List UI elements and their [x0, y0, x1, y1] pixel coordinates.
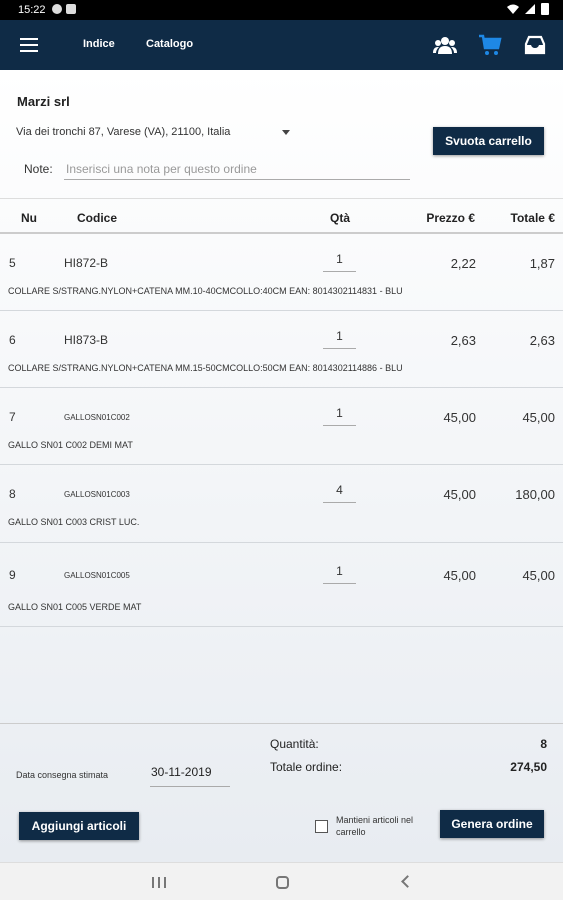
header-prezzo: Prezzo €: [426, 211, 475, 225]
add-items-button[interactable]: Aggiungi articoli: [19, 812, 139, 840]
row-code: GALLOSN01C002: [64, 413, 130, 422]
empty-cart-button[interactable]: Svuota carrello: [433, 127, 544, 155]
row-description: COLLARE S/STRANG.NYLON+CATENA MM.10-40CM…: [8, 286, 403, 296]
table-row[interactable]: 5 HI872-B 1 2,22 1,87 COLLARE S/STRANG.N…: [0, 234, 563, 311]
battery-icon: [541, 3, 549, 15]
header-codice: Codice: [77, 211, 118, 225]
row-description: COLLARE S/STRANG.NYLON+CATENA MM.15-50CM…: [8, 363, 403, 373]
address-value: Via dei tronchi 87, Varese (VA), 21100, …: [16, 126, 231, 138]
delivery-date-input[interactable]: 30-11-2019: [150, 765, 230, 787]
cart-items-list: 5 HI872-B 1 2,22 1,87 COLLARE S/STRANG.N…: [0, 234, 563, 627]
row-code: HI872-B: [64, 256, 109, 270]
table-row[interactable]: 7 GALLOSN01C002 1 45,00 45,00 GALLO SN01…: [0, 388, 563, 465]
customer-name: Marzi srl: [17, 94, 70, 109]
row-number: 7: [9, 410, 16, 424]
row-code: GALLOSN01C005: [64, 571, 130, 580]
app-notification-icon: [66, 4, 76, 14]
quantity-label: Quantità:: [270, 737, 319, 751]
home-icon[interactable]: [276, 876, 289, 889]
row-price: 2,22: [450, 256, 476, 271]
keep-items-checkbox[interactable]: [315, 820, 328, 833]
row-total: 1,87: [529, 256, 555, 271]
row-code: GALLOSN01C003: [64, 490, 130, 499]
recents-icon[interactable]: [152, 877, 166, 888]
row-number: 6: [9, 333, 16, 347]
quantity-input[interactable]: 4: [323, 483, 356, 503]
nav-indice-link[interactable]: Indice: [83, 38, 115, 50]
dropdown-caret-icon: [282, 130, 290, 135]
cart-icon[interactable]: [478, 33, 502, 57]
row-number: 5: [9, 256, 16, 270]
row-code: HI873-B: [64, 333, 109, 347]
row-description: GALLO SN01 C002 DEMI MAT: [8, 440, 133, 450]
notification-icons: [52, 4, 76, 14]
inbox-icon[interactable]: [523, 33, 547, 57]
back-icon[interactable]: [401, 875, 414, 888]
order-total-label: Totale ordine:: [270, 760, 343, 774]
wifi-icon: [507, 4, 519, 14]
status-bar: 15:22: [0, 0, 563, 20]
row-price: 2,63: [450, 333, 476, 348]
header-totale: Totale €: [510, 211, 555, 225]
table-row[interactable]: 6 HI873-B 1 2,63 2,63 COLLARE S/STRANG.N…: [0, 311, 563, 388]
order-total-value: 274,50: [510, 760, 547, 774]
row-total: 2,63: [529, 333, 555, 348]
nav-catalogo-link[interactable]: Catalogo: [146, 38, 193, 50]
row-price: 45,00: [443, 410, 476, 425]
table-header: Nu Codice Qtà Prezzo € Totale €: [0, 198, 563, 234]
signal-icon: [525, 4, 535, 14]
row-number: 8: [9, 487, 16, 501]
whatsapp-notification-icon: [52, 4, 62, 14]
header-qta: Qtà: [330, 211, 351, 225]
users-icon[interactable]: [433, 33, 457, 57]
keep-items-label: Mantieni articoli nel carrello: [336, 815, 414, 837]
hamburger-menu-icon[interactable]: [20, 38, 38, 52]
row-price: 45,00: [443, 487, 476, 502]
row-description: GALLO SN01 C003 CRIST LUC.: [8, 517, 140, 527]
table-row[interactable]: 9 GALLOSN01C005 1 45,00 45,00 GALLO SN01…: [0, 543, 563, 627]
generate-order-button[interactable]: Genera ordine: [440, 810, 544, 838]
system-nav-bar: [0, 862, 563, 900]
system-indicators: [507, 3, 549, 15]
row-total: 45,00: [522, 410, 555, 425]
quantity-input[interactable]: 1: [323, 564, 356, 584]
quantity-input[interactable]: 1: [323, 252, 356, 272]
row-total: 45,00: [522, 568, 555, 583]
row-number: 9: [9, 568, 16, 582]
app-bar: Indice Catalogo: [0, 20, 563, 70]
row-total: 180,00: [515, 487, 555, 502]
status-time: 15:22: [18, 4, 46, 16]
table-row[interactable]: 8 GALLOSN01C003 4 45,00 180,00 GALLO SN0…: [0, 465, 563, 543]
row-description: GALLO SN01 C005 VERDE MAT: [8, 602, 142, 612]
delivery-date-label: Data consegna stimata: [16, 770, 109, 780]
quantity-value: 8: [540, 737, 547, 751]
row-price: 45,00: [443, 568, 476, 583]
note-label: Note:: [24, 162, 53, 176]
order-footer: Quantità: 8 Totale ordine: 274,50 Data c…: [0, 723, 563, 862]
quantity-input[interactable]: 1: [323, 329, 356, 349]
address-dropdown[interactable]: Via dei tronchi 87, Varese (VA), 21100, …: [16, 126, 296, 138]
note-input[interactable]: [64, 158, 410, 180]
header-nu: Nu: [21, 211, 37, 225]
quantity-input[interactable]: 1: [323, 406, 356, 426]
